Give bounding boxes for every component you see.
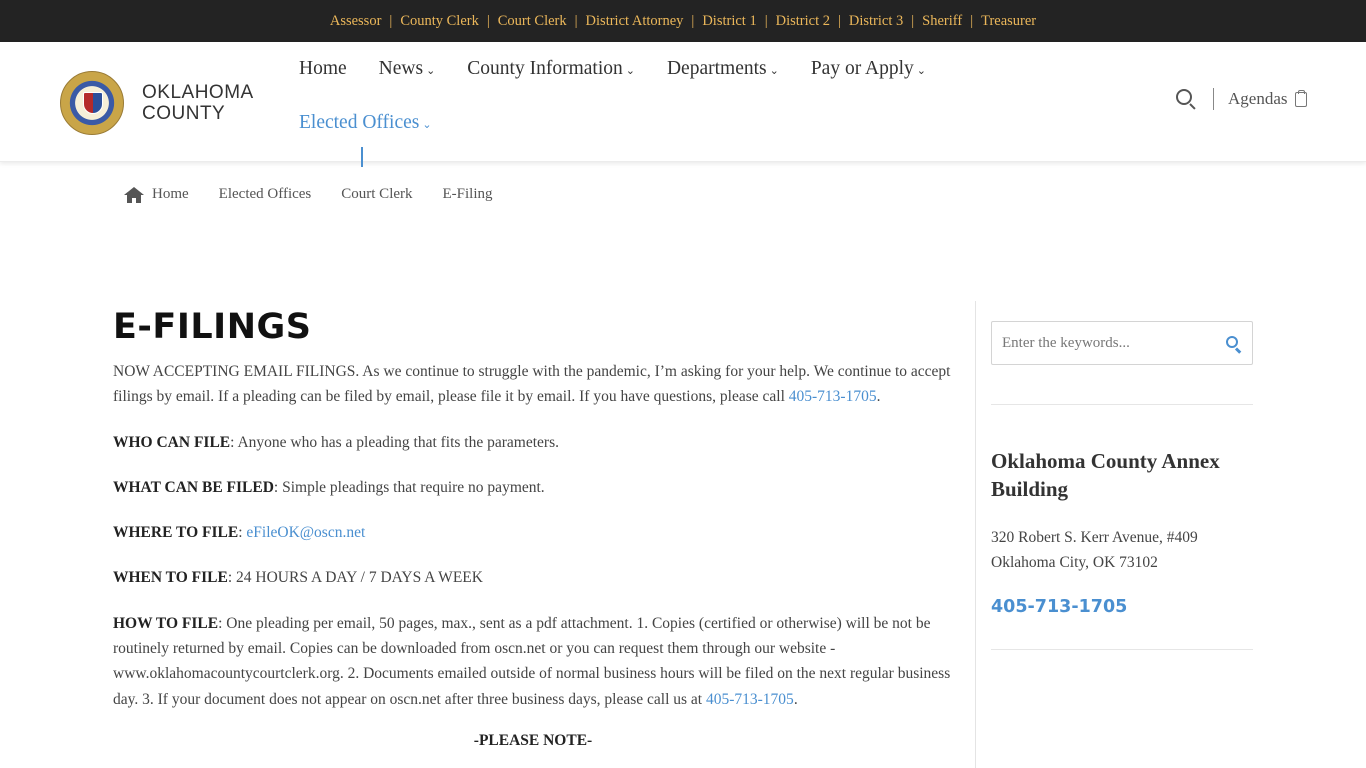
top-link-separator: |	[764, 12, 768, 29]
how-to-file-label: HOW TO FILE	[113, 614, 219, 632]
when-to-file-text: : 24 HOURS A DAY / 7 DAYS A WEEK	[227, 569, 483, 587]
please-note-heading: -PLEASE NOTE-	[473, 731, 593, 749]
annex-phone-link[interactable]: 405-713-1705	[991, 597, 1253, 617]
breadcrumb-elected-offices[interactable]: Elected Offices	[219, 186, 312, 203]
nav-pay-or-apply-label: Pay or Apply	[810, 58, 914, 79]
top-link-separator: |	[574, 12, 578, 29]
breadcrumb-current: E-Filing	[442, 186, 493, 202]
nav-news-label: News	[378, 58, 424, 79]
what-can-be-filed-text: : Simple pleadings that require no payme…	[273, 478, 545, 496]
who-can-file-label: WHO CAN FILE	[113, 433, 231, 451]
logo-line-1: OKLAHOMA	[142, 82, 254, 103]
how-to-file-paragraph: HOW TO FILE: One pleading per email, 50 …	[113, 614, 951, 708]
seal-shield-icon	[83, 92, 103, 114]
top-link-treasurer[interactable]: Treasurer	[981, 13, 1036, 30]
main-content: E-FILINGS NOW ACCEPTING EMAIL FILINGS. A…	[113, 305, 953, 750]
nav-county-information[interactable]: County Information ⌄	[467, 58, 635, 80]
logo-line-2: COUNTY	[142, 103, 226, 124]
clipboard-icon	[1295, 89, 1308, 107]
top-link-court-clerk[interactable]: Court Clerk	[498, 13, 567, 30]
nav-departments-label: Departments	[666, 58, 767, 79]
annex-address: 320 Robert S. Kerr Avenue, #409 Oklahoma…	[991, 525, 1253, 575]
annex-title: Oklahoma County Annex Building	[991, 449, 1220, 501]
when-to-file-paragraph: WHEN TO FILE: 24 HOURS A DAY / 7 DAYS A …	[113, 565, 953, 590]
nav-pay-or-apply[interactable]: Pay or Apply ⌄	[811, 58, 926, 80]
nav-elected-offices[interactable]: Elected Offices ⌄	[299, 112, 432, 134]
top-link-separator: |	[691, 12, 695, 29]
search-icon[interactable]	[1175, 88, 1197, 110]
sidebar-search	[991, 321, 1253, 365]
home-icon[interactable]	[124, 186, 144, 203]
breadcrumb-home[interactable]: Home	[152, 186, 189, 203]
top-link-district-3[interactable]: District 3	[849, 13, 903, 30]
how-to-file-text: : One pleading per email, 50 pages, max.…	[113, 614, 951, 708]
top-links-list: Assessor | County Clerk | Court Clerk | …	[330, 13, 1036, 30]
sidebar-divider	[975, 301, 976, 768]
top-link-assessor[interactable]: Assessor	[330, 13, 382, 30]
top-link-county-clerk[interactable]: County Clerk	[400, 13, 479, 30]
agendas-link[interactable]: Agendas	[1228, 89, 1308, 109]
breadcrumb-court-clerk[interactable]: Court Clerk	[341, 186, 412, 203]
chevron-down-icon: ⌄	[422, 119, 432, 131]
nav-row-1: Home News ⌄ County Information ⌄ Departmen…	[299, 42, 999, 96]
when-to-file-label: WHEN TO FILE	[113, 569, 228, 587]
logo-text: OKLAHOMA COUNTY	[142, 82, 254, 124]
chevron-down-icon: ⌄	[625, 65, 635, 77]
sidebar-rule	[991, 404, 1253, 405]
efile-email-link[interactable]: eFileOK@oscn.net	[246, 524, 365, 541]
header-divider	[1213, 88, 1214, 110]
who-can-file-paragraph: WHO CAN FILE: Anyone who has a pleading …	[113, 430, 953, 455]
top-link-district-2[interactable]: District 2	[776, 13, 830, 30]
sidebar-rule	[991, 649, 1253, 650]
address-line-1: 320 Robert S. Kerr Avenue, #409	[991, 529, 1198, 546]
top-link-district-1[interactable]: District 1	[702, 13, 756, 30]
where-to-file-label: WHERE TO FILE	[113, 524, 239, 542]
site-header: OKLAHOMA COUNTY Home News ⌄ County Inform…	[0, 42, 1366, 167]
top-link-district-attorney[interactable]: District Attorney	[586, 13, 684, 30]
top-link-sheriff[interactable]: Sheriff	[922, 13, 962, 30]
intro-phone-link[interactable]: 405-713-1705	[789, 388, 877, 405]
what-can-be-filed-paragraph: WHAT CAN BE FILED: Simple pleadings that…	[113, 475, 953, 500]
sidebar: Oklahoma County Annex Building 320 Rober…	[991, 321, 1253, 650]
breadcrumb: Home Elected Offices Court Clerk E-Filin…	[124, 186, 523, 203]
chevron-down-icon: ⌄	[426, 65, 436, 77]
top-link-separator: |	[837, 12, 841, 29]
top-link-separator: |	[970, 12, 974, 29]
where-to-file-paragraph: WHERE TO FILE: eFileOK@oscn.net	[113, 520, 953, 545]
top-link-separator: |	[486, 12, 490, 29]
active-nav-indicator	[361, 147, 363, 167]
main-nav: Home News ⌄ County Information ⌄ Departmen…	[299, 42, 999, 150]
nav-row-2: Elected Offices ⌄	[299, 96, 999, 150]
page-title: E-FILINGS	[113, 307, 312, 347]
top-link-separator: |	[911, 12, 915, 29]
nav-county-information-label: County Information	[467, 58, 623, 79]
nav-home-label: Home	[299, 58, 347, 79]
agendas-label: Agendas	[1228, 89, 1288, 108]
top-links-bar: Assessor | County Clerk | Court Clerk | …	[0, 0, 1366, 42]
what-can-be-filed-label: WHAT CAN BE FILED	[113, 478, 274, 496]
chevron-down-icon: ⌄	[916, 65, 926, 77]
nav-departments[interactable]: Departments ⌄	[667, 58, 779, 80]
nav-news[interactable]: News ⌄	[379, 58, 436, 80]
sidebar-search-input[interactable]	[992, 322, 1212, 364]
intro-paragraph: NOW ACCEPTING EMAIL FILINGS. As we conti…	[113, 363, 951, 406]
nav-home[interactable]: Home	[299, 58, 347, 80]
chevron-down-icon: ⌄	[769, 65, 779, 77]
header-tools: Agendas	[1175, 88, 1308, 110]
who-can-file-text: : Anyone who has a pleading that fits th…	[230, 433, 559, 451]
site-logo[interactable]: OKLAHOMA COUNTY	[60, 71, 254, 135]
nav-elected-offices-label: Elected Offices	[299, 112, 420, 133]
how-to-file-phone-link[interactable]: 405-713-1705	[706, 691, 794, 708]
county-seal-icon	[60, 71, 124, 135]
search-icon[interactable]	[1225, 335, 1243, 354]
address-line-2: Oklahoma City, OK 73102	[991, 554, 1158, 571]
top-link-separator: |	[389, 12, 393, 29]
